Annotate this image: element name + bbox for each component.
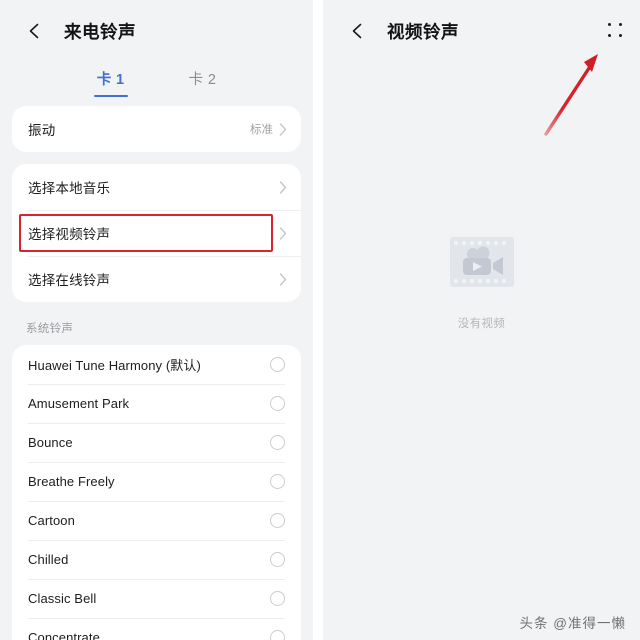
list-item[interactable]: Huawei Tune Harmony (默认) [12, 345, 301, 384]
row-divider [28, 462, 285, 463]
chevron-right-icon [279, 226, 287, 240]
ringtone-label: Amusement Park [28, 396, 130, 411]
ringtone-radio[interactable] [270, 591, 285, 606]
row-select-local-music[interactable]: 选择本地音乐 [12, 164, 301, 210]
film-video-icon [445, 225, 519, 299]
ringtone-label: Bounce [28, 435, 73, 450]
tab-sim-1[interactable]: 卡 1 [93, 66, 129, 99]
row-divider [28, 540, 285, 541]
ringtone-radio[interactable] [270, 474, 285, 489]
list-item[interactable]: Chilled [12, 540, 301, 579]
ringtone-label: Breathe Freely [28, 474, 115, 489]
row-divider [28, 423, 285, 424]
tab-sim-2[interactable]: 卡 2 [185, 66, 221, 99]
row-divider [28, 210, 301, 211]
row-vibration[interactable]: 振动 标准 [12, 106, 301, 152]
row-divider [28, 384, 285, 385]
row-select-video-ringtone[interactable]: 选择视频铃声 [12, 210, 301, 256]
section-title-system-ringtones: 系统铃声 [26, 323, 74, 335]
ringtone-label: Classic Bell [28, 591, 97, 606]
back-arrow-icon[interactable] [24, 20, 46, 42]
row-vibration-label: 振动 [28, 123, 56, 138]
list-item[interactable]: Bounce [12, 423, 301, 462]
chevron-right-icon [279, 272, 287, 286]
row-select-local-music-label: 选择本地音乐 [28, 181, 111, 196]
sim-card-tabs: 卡 1 卡 2 [0, 62, 313, 106]
ringtone-label: Huawei Tune Harmony (默认) [28, 358, 201, 373]
dot [608, 23, 612, 27]
dot [618, 23, 622, 27]
tab-sim-2-label: 卡 2 [188, 72, 217, 88]
row-divider [28, 579, 285, 580]
ringtone-radio[interactable] [270, 357, 285, 372]
list-item[interactable]: Classic Bell [12, 579, 301, 618]
screenshot-root: 来电铃声 卡 1 卡 2 振动 标准 选择本地音乐 选择视频铃声 选择在线铃声 … [0, 0, 640, 640]
right-top-bar: 视频铃声 [323, 0, 640, 62]
panel-divider [313, 0, 323, 640]
ringtone-radio[interactable] [270, 435, 285, 450]
row-divider [28, 256, 301, 257]
right-panel-video-ringtone: 视频铃声 没有视频 [323, 0, 640, 640]
ringtone-radio[interactable] [270, 513, 285, 528]
left-panel-ringtone-settings: 来电铃声 卡 1 卡 2 振动 标准 选择本地音乐 选择视频铃声 选择在线铃声 … [0, 0, 313, 640]
row-divider [28, 618, 285, 619]
back-arrow-icon[interactable] [347, 20, 369, 42]
page-title: 视频铃声 [387, 21, 459, 42]
dot [608, 33, 612, 37]
row-select-video-ringtone-label: 选择视频铃声 [28, 227, 111, 242]
ringtone-radio[interactable] [270, 396, 285, 411]
page-title: 来电铃声 [64, 21, 136, 42]
ringtone-label: Cartoon [28, 513, 75, 528]
system-ringtone-list: Huawei Tune Harmony (默认) Amusement Park … [12, 345, 301, 640]
left-top-bar: 来电铃声 [0, 0, 313, 62]
ringtone-radio[interactable] [270, 552, 285, 567]
list-item[interactable]: Cartoon [12, 501, 301, 540]
watermark: 头条 @准得一懒 [519, 616, 626, 631]
ringtone-source-card: 选择本地音乐 选择视频铃声 选择在线铃声 [12, 164, 301, 302]
ringtone-label: Concentrate [28, 630, 100, 640]
vibration-card: 振动 标准 [12, 106, 301, 152]
grid-dots-icon[interactable] [606, 21, 626, 41]
ringtone-radio[interactable] [270, 630, 285, 640]
ringtone-label: Chilled [28, 552, 69, 567]
row-divider [28, 501, 285, 502]
empty-state: 没有视频 [323, 225, 640, 331]
list-item[interactable]: Concentrate [12, 618, 301, 640]
list-item[interactable]: Amusement Park [12, 384, 301, 423]
dot [618, 33, 622, 37]
row-select-online-ringtone-label: 选择在线铃声 [28, 273, 111, 288]
chevron-right-icon [279, 122, 287, 136]
row-vibration-value: 标准 [250, 124, 273, 136]
empty-state-text: 没有视频 [457, 318, 506, 330]
chevron-right-icon [279, 180, 287, 194]
tab-sim-1-label: 卡 1 [96, 72, 125, 88]
list-item[interactable]: Breathe Freely [12, 462, 301, 501]
row-select-online-ringtone[interactable]: 选择在线铃声 [12, 256, 301, 302]
